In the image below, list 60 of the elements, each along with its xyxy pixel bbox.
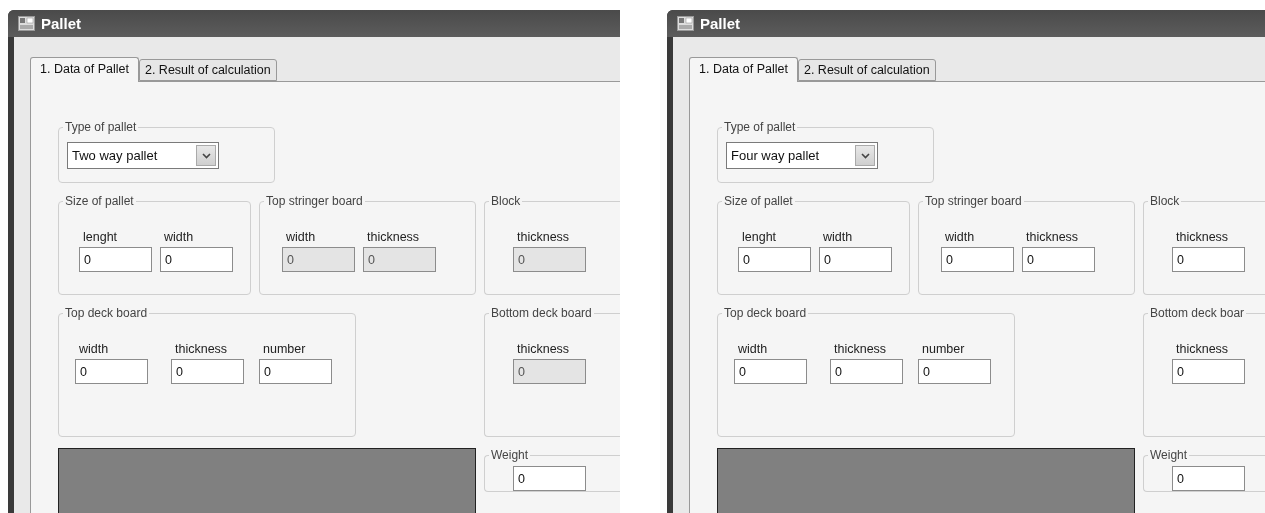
input-field[interactable]: 0	[1172, 466, 1245, 491]
group-title: Weight	[1149, 448, 1189, 462]
field-label: thickness	[1175, 342, 1229, 356]
input-field[interactable]: 0	[734, 359, 807, 384]
field-label: thickness	[516, 342, 570, 356]
input-field[interactable]: 0	[918, 359, 991, 384]
input-field[interactable]: 0	[1172, 359, 1245, 384]
field-label: width	[78, 342, 109, 356]
input-field[interactable]: 0	[1022, 247, 1095, 272]
dropdown[interactable]: Four way pallet	[726, 142, 878, 169]
chevron-down-icon	[201, 152, 211, 159]
group-title: Type of pallet	[64, 120, 138, 134]
tab[interactable]: 1. Data of Pallet	[689, 57, 798, 82]
tab[interactable]: 2. Result of calculation	[138, 59, 277, 81]
field-label: number	[262, 342, 306, 356]
input-field[interactable]: 0	[75, 359, 148, 384]
input-field[interactable]: 0	[1172, 247, 1245, 272]
dropdown[interactable]: Two way pallet	[67, 142, 219, 169]
group-title: Top stringer board	[924, 194, 1023, 208]
group-title: Weight	[490, 448, 530, 462]
group-title: Block	[1149, 194, 1181, 208]
input-field[interactable]: 0	[738, 247, 811, 272]
field-label: lenght	[82, 230, 118, 244]
group-title: Bottom deck board	[490, 306, 593, 320]
window-title: Pallet	[41, 15, 82, 32]
group-title: Block	[490, 194, 522, 208]
input-field[interactable]: 0	[941, 247, 1014, 272]
field-label: thickness	[516, 230, 570, 244]
window-icon	[677, 16, 694, 31]
field-label: width	[737, 342, 768, 356]
input-field[interactable]: 0	[819, 247, 892, 272]
group-title: Top deck board	[64, 306, 149, 320]
input-field[interactable]: 0	[171, 359, 244, 384]
window-title: Pallet	[700, 15, 741, 32]
group-title: Size of pallet	[723, 194, 794, 208]
input-field[interactable]: 0	[160, 247, 233, 272]
field-label: width	[822, 230, 853, 244]
group-title: Size of pallet	[64, 194, 135, 208]
field-label: width	[285, 230, 316, 244]
field-label: thickness	[174, 342, 228, 356]
field-label: thickness	[1175, 230, 1229, 244]
tab[interactable]: 1. Data of Pallet	[30, 57, 139, 82]
input-field[interactable]: 0	[830, 359, 903, 384]
chevron-down-icon	[860, 152, 870, 159]
input-field[interactable]: 0	[79, 247, 152, 272]
input-field[interactable]: 0	[259, 359, 332, 384]
group-title: Type of pallet	[723, 120, 797, 134]
field-label: lenght	[741, 230, 777, 244]
tab[interactable]: 2. Result of calculation	[797, 59, 936, 81]
group-title: Bottom deck boar	[1149, 306, 1246, 320]
field-label: thickness	[833, 342, 887, 356]
group-title: Top deck board	[723, 306, 808, 320]
group-title: Top stringer board	[265, 194, 364, 208]
field-label: width	[944, 230, 975, 244]
window-icon	[18, 16, 35, 31]
field-label: number	[921, 342, 965, 356]
input-field[interactable]: 0	[513, 466, 586, 491]
field-label: thickness	[1025, 230, 1079, 244]
field-label: thickness	[366, 230, 420, 244]
field-label: width	[163, 230, 194, 244]
